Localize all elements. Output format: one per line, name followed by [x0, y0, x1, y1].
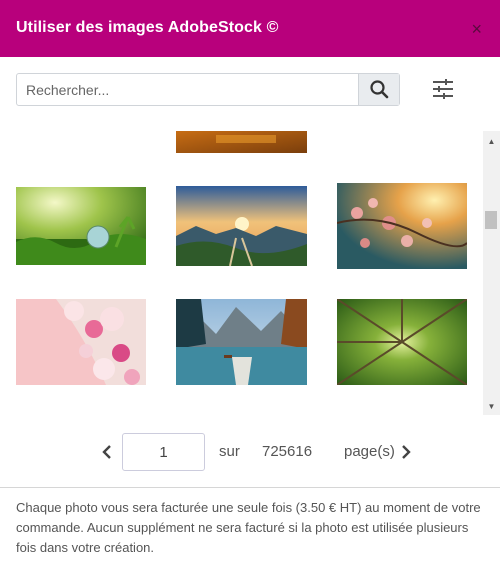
search-input[interactable] — [17, 74, 359, 105]
dialog-header: Utiliser des images AdobeStock © × — [0, 0, 500, 57]
search-icon — [370, 80, 389, 99]
thumbnail-lake-mountains-boats[interactable] — [176, 299, 307, 385]
filter-settings-icon[interactable] — [432, 79, 454, 99]
thumbnail-mountain-path-sunrise[interactable] — [176, 186, 307, 266]
thumbnail-field-partial[interactable] — [337, 131, 467, 135]
gallery-scrollbar[interactable]: ▲ ▼ — [483, 131, 500, 415]
dialog-title: Utiliser des images AdobeStock © — [16, 19, 279, 36]
thumbnail-forest-canopy[interactable] — [337, 299, 467, 385]
thumbnail-green-moss-globe[interactable] — [16, 187, 146, 265]
previous-page-icon[interactable] — [101, 442, 113, 462]
thumbnail-forest-partial[interactable] — [16, 131, 146, 136]
search-box — [16, 73, 400, 106]
search-button[interactable] — [358, 74, 399, 105]
scrollbar-thumb[interactable] — [485, 211, 497, 229]
page-number-input[interactable] — [122, 433, 205, 471]
pages-label: page(s) — [344, 443, 395, 460]
image-gallery — [0, 131, 483, 415]
divider — [0, 487, 500, 488]
thumbnail-cherry-blossom-sunset[interactable] — [337, 183, 467, 269]
scroll-up-arrow-icon[interactable]: ▲ — [483, 133, 500, 150]
pagination: sur 725616 page(s) — [0, 433, 500, 471]
pagination-sur-label: sur — [219, 443, 240, 460]
total-pages-count: 725616 — [262, 443, 313, 460]
thumbnail-pink-flowers[interactable] — [16, 299, 146, 385]
pricing-notice: Chaque photo vous sera facturée une seul… — [16, 500, 481, 555]
next-page-icon[interactable] — [400, 442, 412, 462]
thumbnail-autumn-partial[interactable] — [176, 131, 307, 153]
close-icon[interactable]: × — [471, 20, 482, 38]
scroll-down-arrow-icon[interactable]: ▼ — [483, 398, 500, 415]
